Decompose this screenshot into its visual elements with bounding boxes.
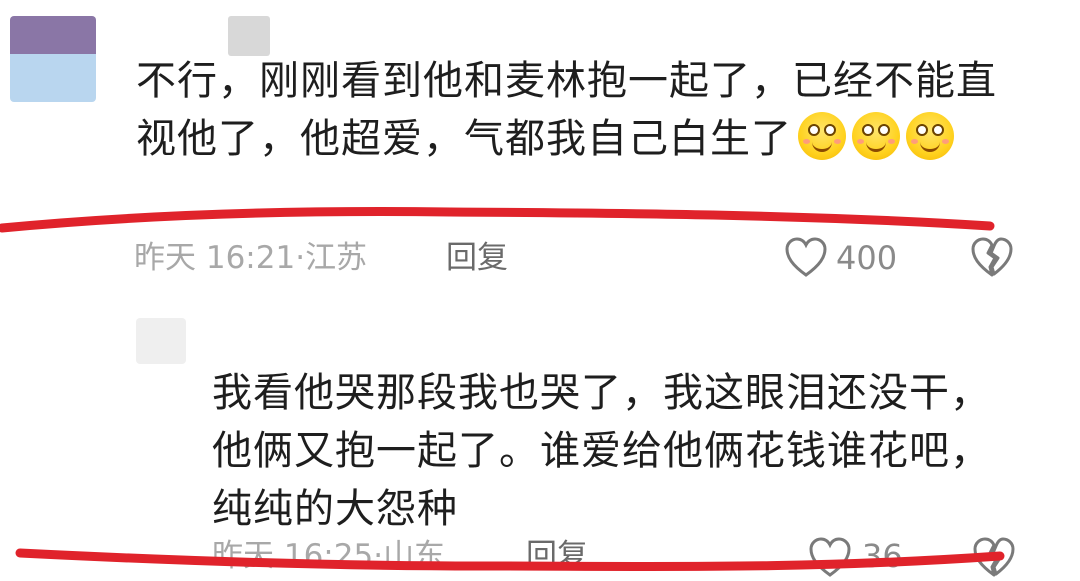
red-underline	[0, 207, 995, 233]
red-underline	[15, 548, 1005, 572]
comment-thread: 不行，刚刚看到他和麦林抱一起了，已经不能直视他了，他超爱，气都我自己白生了 昨天…	[0, 0, 1080, 581]
red-underline-annotations	[0, 207, 1005, 572]
